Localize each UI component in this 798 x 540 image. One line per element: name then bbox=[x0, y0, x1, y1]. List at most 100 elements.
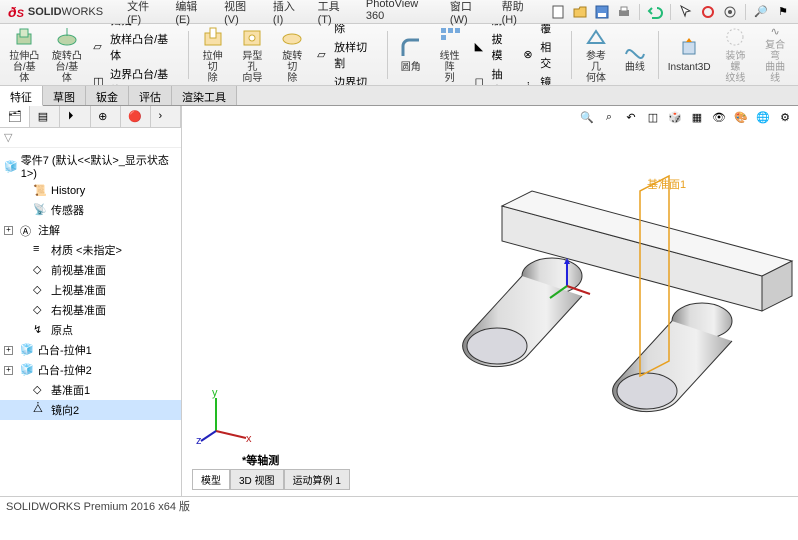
ribbon: 拉伸凸 台/基体 旋转凸 台/基体 〰扫描 ▱放样凸台/基体 ◫边界凸台/基体 … bbox=[0, 24, 798, 86]
tab-sheetmetal[interactable]: 钣金 bbox=[86, 86, 129, 105]
tree-item[interactable]: ◇右视基准面 bbox=[0, 300, 181, 320]
tree-item[interactable]: +🧊凸台-拉伸1 bbox=[0, 340, 181, 360]
tree-item-label: 凸台-拉伸2 bbox=[38, 362, 92, 378]
shell-button[interactable]: ◻抽壳 bbox=[471, 65, 518, 87]
tab-sketch[interactable]: 草图 bbox=[43, 86, 86, 105]
quick-access-toolbar: 🔎 ⚑ bbox=[543, 0, 798, 24]
feature-tree-tab[interactable]: 🗂 bbox=[0, 106, 30, 127]
zoom-area-icon[interactable]: ⌕ bbox=[600, 108, 618, 126]
tree-item-label: 传感器 bbox=[51, 202, 84, 218]
tree-item[interactable]: ◇基准面1 bbox=[0, 380, 181, 400]
origin-icon: ↯ bbox=[33, 323, 47, 337]
wrap-button[interactable]: ◐包覆 bbox=[519, 24, 566, 37]
feature-icon: 🧊 bbox=[20, 363, 34, 377]
new-icon[interactable] bbox=[549, 3, 567, 21]
extrude-cut-button[interactable]: 拉伸切 除 bbox=[194, 27, 232, 83]
undo-icon[interactable] bbox=[646, 3, 664, 21]
separator bbox=[670, 4, 671, 20]
fillet-button[interactable]: 圆角 bbox=[393, 27, 429, 83]
extrude-boss-button[interactable]: 拉伸凸 台/基体 bbox=[4, 27, 45, 83]
tree-item[interactable]: ◇上视基准面 bbox=[0, 280, 181, 300]
tree-item[interactable]: 📡传感器 bbox=[0, 200, 181, 220]
instant3d-button[interactable]: Instant3D bbox=[664, 27, 715, 83]
thread-button[interactable]: 装饰螺 纹线 bbox=[716, 27, 754, 83]
model-tab[interactable]: 模型 bbox=[192, 469, 230, 490]
config-icon: ⏵ bbox=[68, 110, 82, 124]
sweep-cut-button[interactable]: 〰扫描切除 bbox=[313, 24, 382, 37]
titlebar: ðS SOLIDWORKS 文件(F) 编辑(E) 视图(V) 插入(I) 工具… bbox=[0, 0, 798, 24]
options-icon[interactable] bbox=[721, 3, 739, 21]
expand-icon[interactable]: + bbox=[4, 226, 13, 235]
revolve-cut-button[interactable]: 旋转切 除 bbox=[273, 27, 311, 83]
select-icon[interactable] bbox=[677, 3, 695, 21]
filter-icon[interactable]: ▽ bbox=[4, 131, 12, 144]
tree-item[interactable]: + 🧊 凸台-拉伸2 bbox=[0, 360, 181, 380]
rib-draft-shell-group: ▲筋 ◣拔模 ◻抽壳 bbox=[471, 24, 518, 86]
appearance-icon[interactable]: 🎨 bbox=[732, 108, 750, 126]
appearance-tab[interactable]: 🔴 bbox=[121, 106, 151, 127]
save-icon[interactable] bbox=[593, 3, 611, 21]
3d-viewport[interactable]: 🔍 ⌕ ↶ ◫ 🎲 ▦ 👁 🎨 🌐 ⚙ bbox=[182, 106, 798, 496]
property-icon: ▤ bbox=[38, 110, 52, 124]
linear-pattern-button[interactable]: 线性阵 列 bbox=[431, 27, 469, 83]
expand-icon[interactable]: + bbox=[4, 346, 13, 355]
print-icon[interactable] bbox=[615, 3, 633, 21]
chevron-right-icon: › bbox=[158, 110, 172, 124]
search-icon[interactable]: 🔎 bbox=[752, 3, 770, 21]
reference-geometry-button[interactable]: 参考几 何体 bbox=[577, 27, 615, 83]
tree-item[interactable]: ⧊镜向2 bbox=[0, 400, 181, 420]
property-manager-tab[interactable]: ▤ bbox=[30, 106, 60, 127]
rebuild-icon[interactable] bbox=[699, 3, 717, 21]
sweep-button[interactable]: 〰扫描 bbox=[89, 24, 183, 29]
hole-wizard-button[interactable]: 异型孔 向导 bbox=[234, 27, 272, 83]
feature-tree: 🧊零件7 (默认<<默认>_显示状态 1>) 📜History📡传感器+Ⓐ注解≡… bbox=[0, 148, 181, 496]
tree-item[interactable]: +Ⓐ注解 bbox=[0, 220, 181, 240]
boundary-cut-button[interactable]: ◫边界切除 bbox=[313, 73, 382, 87]
display-style-icon[interactable]: ▦ bbox=[688, 108, 706, 126]
tree-item[interactable]: ≡材质 <未指定> bbox=[0, 240, 181, 260]
tree-item-label: 材质 <未指定> bbox=[51, 242, 122, 258]
tree-root[interactable]: 🧊零件7 (默认<<默认>_显示状态 1>) bbox=[0, 150, 181, 182]
view-orientation-icon[interactable]: 🎲 bbox=[666, 108, 684, 126]
view-settings-icon[interactable]: ⚙ bbox=[776, 108, 794, 126]
expand-icon[interactable]: + bbox=[4, 366, 13, 375]
intersect-button[interactable]: ⊗相交 bbox=[519, 38, 566, 72]
heads-up-toolbar: 🔍 ⌕ ↶ ◫ 🎲 ▦ 👁 🎨 🌐 ⚙ bbox=[578, 108, 794, 126]
draft-button[interactable]: ◣拔模 bbox=[471, 30, 518, 64]
loft-cut-button[interactable]: ▱放样切割 bbox=[313, 38, 382, 72]
tree-item[interactable]: 📜History bbox=[0, 182, 181, 200]
zoom-fit-icon[interactable]: 🔍 bbox=[578, 108, 596, 126]
loft-button[interactable]: ▱放样凸台/基体 bbox=[89, 30, 183, 64]
mirror-button[interactable]: ⧊镜向 bbox=[519, 73, 566, 87]
separator bbox=[188, 31, 189, 79]
dimxpert-tab[interactable]: ⊕ bbox=[91, 106, 121, 127]
flag-icon[interactable]: ⚑ bbox=[774, 3, 792, 21]
section-view-icon[interactable]: ◫ bbox=[644, 108, 662, 126]
orientation-triad[interactable]: y x z bbox=[196, 386, 256, 446]
motion-tab[interactable]: 运动算例 1 bbox=[284, 469, 350, 490]
revolve-boss-button[interactable]: 旋转凸 台/基体 bbox=[47, 27, 88, 83]
svg-text:z: z bbox=[196, 435, 202, 446]
tab-render-tools[interactable]: 渲染工具 bbox=[172, 86, 237, 105]
tree-item[interactable]: ↯原点 bbox=[0, 320, 181, 340]
more-tab[interactable]: › bbox=[151, 106, 181, 127]
3dview-tab[interactable]: 3D 视图 bbox=[230, 469, 284, 490]
svg-text:基准面1: 基准面1 bbox=[647, 178, 686, 191]
tab-features[interactable]: 特征 bbox=[0, 86, 43, 106]
wrap-intersect-mirror-group: ◐包覆 ⊗相交 ⧊镜向 bbox=[519, 24, 566, 86]
hide-show-icon[interactable]: 👁 bbox=[710, 108, 728, 126]
curves-button[interactable]: 曲线 bbox=[617, 27, 653, 83]
boundary-button[interactable]: ◫边界凸台/基体 bbox=[89, 65, 183, 87]
scene-icon[interactable]: 🌐 bbox=[754, 108, 772, 126]
prev-view-icon[interactable]: ↶ bbox=[622, 108, 640, 126]
configuration-tab[interactable]: ⏵ bbox=[60, 106, 90, 127]
model-render: 基准面1 bbox=[202, 116, 798, 476]
plane-icon: ◇ bbox=[33, 263, 47, 277]
rib-button[interactable]: ▲筋 bbox=[471, 24, 518, 29]
tree-item-label: 注解 bbox=[38, 222, 60, 238]
tab-evaluate[interactable]: 评估 bbox=[129, 86, 172, 105]
separator bbox=[658, 31, 659, 79]
tree-item[interactable]: ◇前视基准面 bbox=[0, 260, 181, 280]
open-icon[interactable] bbox=[571, 3, 589, 21]
composite-curve-button[interactable]: ∿复合弯 曲曲线 bbox=[756, 27, 794, 83]
